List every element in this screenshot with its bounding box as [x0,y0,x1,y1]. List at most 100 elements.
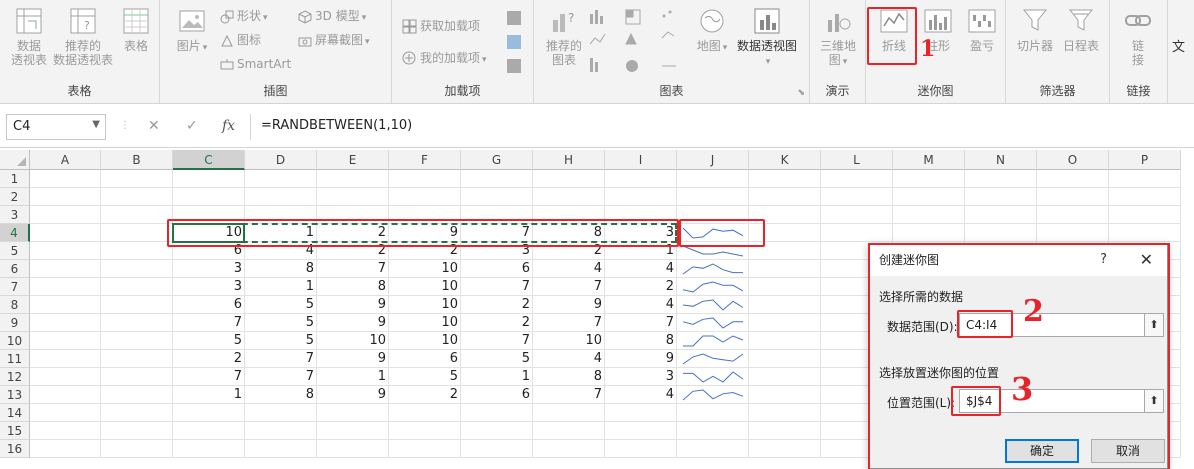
3d-map-button[interactable]: 三维地 图 ▾ [816,6,860,69]
pivot-table-label: 数据 透视表 [10,39,47,67]
pictures-button[interactable]: 图片 ▾ [174,6,210,55]
sparkline-row-11 [682,353,744,365]
shapes-label: 形状 [237,9,262,23]
slicer-button[interactable]: 切片器 [1012,6,1058,53]
insert-function-icon[interactable]: fx [222,118,235,134]
annotation-mark-3: 3 [1011,370,1034,408]
shapes-button[interactable]: 形状 ▾ [220,6,268,26]
link-button[interactable]: 链 接 [1118,6,1158,67]
bing-icon[interactable] [506,34,522,50]
ribbon-overflow-text[interactable]: 文 [1172,36,1185,55]
shapes-icon [220,10,234,23]
sparkline-column-icon [924,9,952,33]
3d-models-button[interactable]: 3D 模型 ▾ [298,6,366,26]
recommended-pivot-button[interactable]: ? 推荐的 数据透视表 [52,6,114,67]
addin-icon [402,51,416,65]
get-addins-button[interactable]: 获取加载项 [402,16,480,36]
annotation-mark-2: 2 [1023,294,1044,329]
group-links-label: 链接 [1126,84,1151,98]
group-filters: 切片器 日程表 筛选器 [1006,0,1110,103]
section-location-heading: 选择放置迷你图的位置 [879,366,1000,380]
location-range-label: 位置范围(L): [887,396,956,410]
help-icon[interactable]: ? [1100,244,1107,276]
group-addins: 获取加载项 我的加载项 ▾ 加载项 [392,0,534,103]
smartart-icon [220,58,234,69]
group-sparklines-label: 迷你图 [917,84,954,98]
3d-map-icon [828,14,851,32]
collapse-location-range-icon[interactable]: ⬆ [1144,389,1164,413]
slicer-icon [1022,9,1048,31]
charts-dialog-launcher-icon[interactable]: ⬊ [797,88,805,98]
table-icon [123,8,149,34]
my-addins-label: 我的加载项 [420,51,481,65]
close-icon[interactable]: ✕ [1140,244,1153,276]
slicer-label: 切片器 [1016,39,1053,53]
annotation-mark-1: 1 [920,36,936,62]
pictures-label: 图片 [176,39,201,53]
smartart-button[interactable]: SmartArt [220,54,291,74]
annotation-box-data-input [957,310,1013,338]
icons-button[interactable]: 图标 [220,30,261,50]
collapse-data-range-icon[interactable]: ⬆ [1144,313,1164,337]
screenshot-button[interactable]: 屏幕截图 ▾ [298,30,370,50]
group-charts: ? 推荐的 图表 地图 ▾ 数据透视图 ▾ 图表 ⬊ [534,0,810,103]
annotation-box-location-input [951,386,1001,416]
store-icon [402,19,417,34]
annotation-box-line-button [867,7,917,65]
dialog-title: 创建迷你图 [869,244,1167,276]
table-button[interactable]: 表格 [118,6,154,53]
recommended-pivot-icon: ? [70,8,96,34]
ok-button[interactable]: 确定 [1005,439,1079,463]
recommended-pivot-label: 推荐的 数据透视表 [52,39,113,67]
cancel-button[interactable]: 取消 [1091,439,1165,463]
sparkline-row-5 [682,245,744,257]
chevron-down-icon[interactable]: ▼ [92,119,100,130]
cancel-icon[interactable]: ✕ [148,118,160,134]
pivot-table-button[interactable]: 数据 透视表 [8,6,50,67]
sparkline-row-10 [683,335,744,347]
icons-label: 图标 [237,33,262,47]
sparkline-row-9 [682,317,743,329]
formula-bar: C4 ▼ ⋮ ✕ ✓ fx =RANDBETWEEN(1,10) [0,104,1194,148]
pivot-chart-icon [754,8,780,34]
annotation-dialog-frame [868,243,1170,469]
formula-input[interactable]: =RANDBETWEEN(1,10) [250,114,1194,140]
svg-text:?: ? [568,11,574,25]
recommended-charts-icon: ? [553,11,574,32]
maps-button[interactable]: 地图 ▾ [694,6,730,55]
table-label: 表格 [123,39,148,53]
chart-type-icons[interactable] [590,8,700,78]
group-illustrations: 图片 ▾ 形状 ▾ 图标 SmartArt 3D 模型 ▾ 屏幕截图 ▾ 插图 [160,0,392,103]
visio-icon[interactable] [506,10,522,26]
sparkline-row-13 [682,389,744,401]
name-box[interactable]: C4 ▼ [6,114,106,140]
name-box-value: C4 [13,119,31,134]
group-addins-label: 加载项 [444,84,481,98]
3d-models-label: 3D 模型 [315,9,360,23]
group-illustrations-label: 插图 [263,84,288,98]
timeline-label: 日程表 [1062,39,1099,53]
sparkline-winloss-button[interactable]: 盈亏 [962,6,1002,53]
my-addins-button[interactable]: 我的加载项 ▾ [402,48,487,68]
icons-icon [221,34,233,46]
link-icon [1125,15,1151,26]
pivot-chart-button[interactable]: 数据透视图 ▾ [734,6,800,69]
timeline-button[interactable]: 日程表 [1058,6,1104,53]
camera-icon [298,37,312,46]
group-tables: 数据 透视表 ? 推荐的 数据透视表 表格 表格 [0,0,160,103]
maps-label: 地图 [696,39,721,53]
more-icon: ⋮ [120,120,130,131]
screenshot-label: 屏幕截图 [315,33,364,47]
recommended-charts-label: 推荐的 图表 [545,39,582,67]
group-tables-label: 表格 [67,84,92,98]
picture-icon [179,10,205,32]
people-graph-icon[interactable] [506,58,522,74]
cube-icon [298,9,312,24]
enter-icon[interactable]: ✓ [186,118,198,134]
sparkline-row-7 [682,281,744,293]
pivot-table-icon [16,8,42,34]
3d-map-label: 三维地 图 [819,39,856,67]
recommended-charts-button[interactable]: ? 推荐的 图表 [542,6,586,67]
data-range-label: 数据范围(D): [887,320,958,334]
group-links: 链 接 链接 [1110,0,1168,103]
